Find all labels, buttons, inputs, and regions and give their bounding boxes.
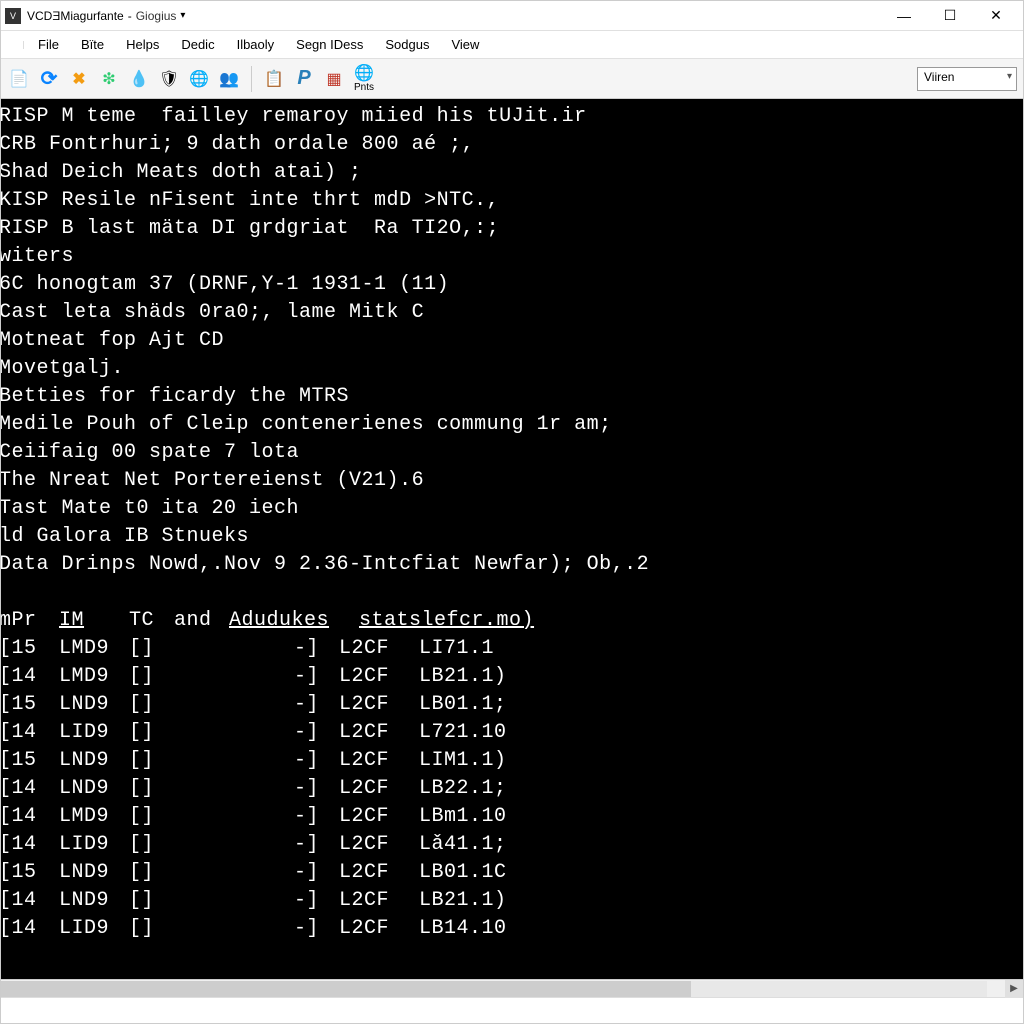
close-button[interactable]: ✕ xyxy=(973,1,1019,31)
prints-globe-icon: 🌐 xyxy=(352,64,376,82)
menubar: File Bïte Helps Dedic Ilbaoly Segn IDess… xyxy=(1,31,1023,59)
menu-file[interactable]: File xyxy=(28,33,69,56)
toolbar-separator-1 xyxy=(251,66,252,92)
p-icon[interactable]: P xyxy=(292,67,316,91)
minimize-button[interactable]: — xyxy=(881,1,927,31)
grid-icon[interactable]: ▦ xyxy=(322,67,346,91)
menu-dedic[interactable]: Dedic xyxy=(171,33,224,56)
leaf-icon[interactable]: ❇ xyxy=(97,67,121,91)
menu-helps[interactable]: Helps xyxy=(116,33,169,56)
window-title: VCDƎMiagurfante xyxy=(27,9,124,23)
menu-view[interactable]: View xyxy=(441,33,489,56)
menu-bite[interactable]: Bïte xyxy=(71,33,114,56)
prints-label: Pnts xyxy=(354,82,374,93)
toolbar: 📄 ⟳ ✖ ❇ 💧 🛡 🌐 👥 📋 P ▦ 🌐 Pnts Viiren xyxy=(1,59,1023,99)
view-select[interactable]: Viiren xyxy=(917,67,1017,91)
statusbar: ▶ xyxy=(1,979,1023,1023)
globe-icon[interactable]: 🌐 xyxy=(187,67,211,91)
menu-app[interactable] xyxy=(5,41,24,49)
terminal-output[interactable]: RISP M teme failley remaroy miied his tU… xyxy=(1,99,1023,979)
new-doc-icon[interactable]: 📄 xyxy=(7,67,31,91)
scrollbar-thumb[interactable] xyxy=(1,981,691,997)
refresh-icon[interactable]: ⟳ xyxy=(37,67,61,91)
app-window: V VCDƎMiagurfante - Giogius ▾ — ☐ ✕ File… xyxy=(0,0,1024,1024)
menu-ilbaoly[interactable]: Ilbaoly xyxy=(227,33,285,56)
app-icon: V xyxy=(5,8,21,24)
scrollbar-right-arrow[interactable]: ▶ xyxy=(1005,980,1023,998)
title-dropdown-caret[interactable]: ▾ xyxy=(180,10,185,21)
close-x-icon[interactable]: ✖ xyxy=(67,67,91,91)
maximize-button[interactable]: ☐ xyxy=(927,1,973,31)
people-icon[interactable]: 👥 xyxy=(217,67,241,91)
menu-segn-idess[interactable]: Segn IDess xyxy=(286,33,373,56)
drop-icon[interactable]: 💧 xyxy=(127,67,151,91)
title-separator: - xyxy=(128,9,132,23)
horizontal-scrollbar[interactable]: ▶ xyxy=(1,980,1023,998)
menu-sodgus[interactable]: Sodgus xyxy=(375,33,439,56)
scrollbar-track[interactable] xyxy=(1,981,987,997)
titlebar: V VCDƎMiagurfante - Giogius ▾ — ☐ ✕ xyxy=(1,1,1023,31)
prints-button[interactable]: 🌐 Pnts xyxy=(352,64,376,93)
calendar-icon[interactable]: 📋 xyxy=(262,67,286,91)
shield-icon[interactable]: 🛡 xyxy=(157,67,181,91)
window-subtitle: Giogius xyxy=(136,9,177,23)
